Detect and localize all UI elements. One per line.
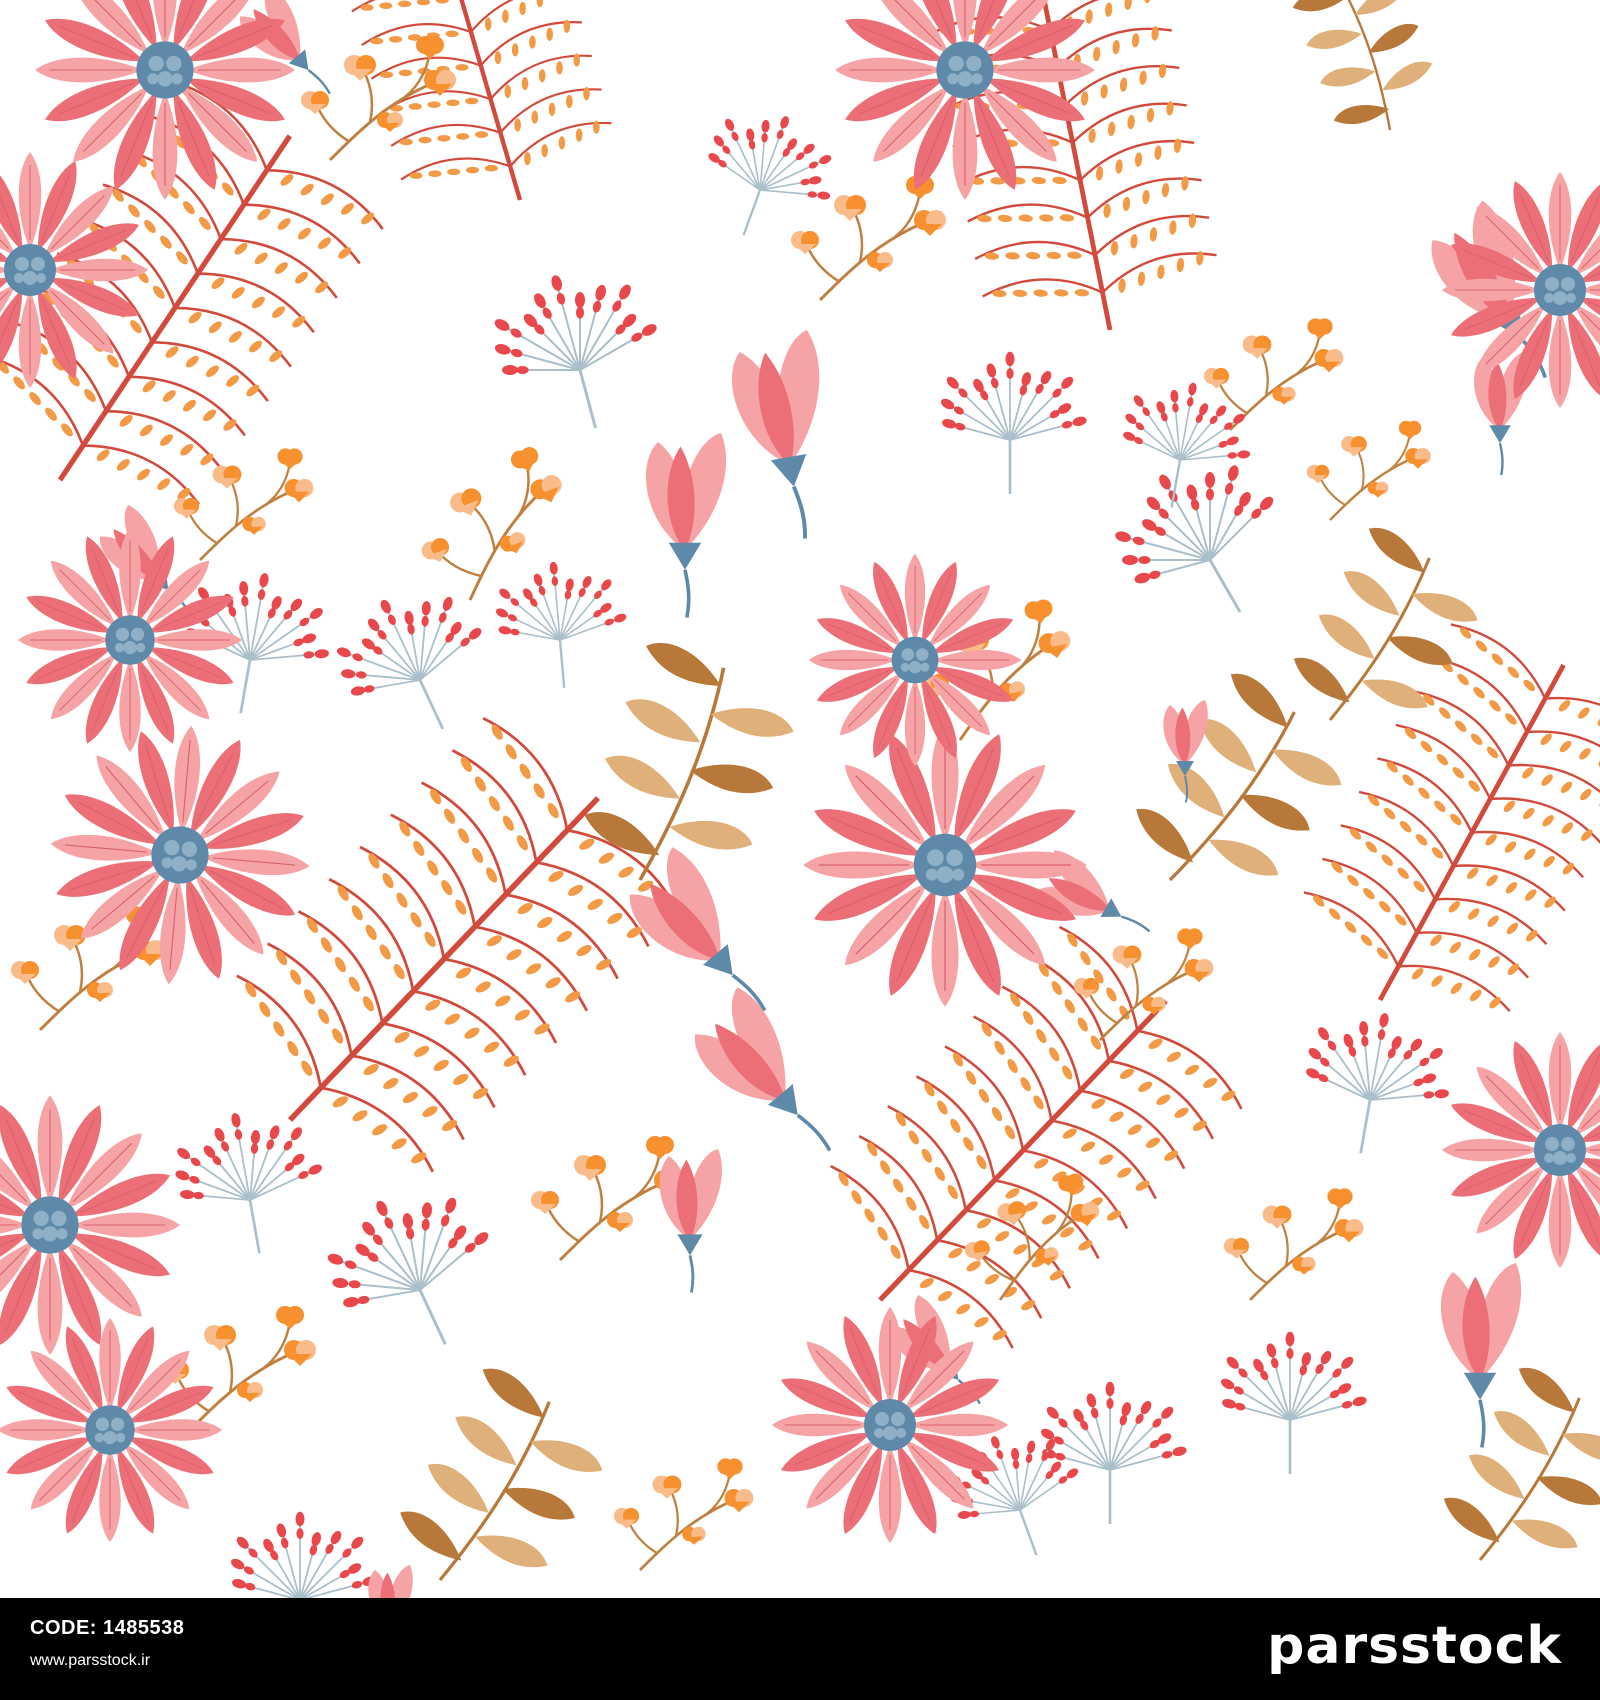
site-url: www.parsstock.ir bbox=[30, 1652, 151, 1669]
code-value: 1485538 bbox=[103, 1617, 185, 1639]
pink-daisy-6 bbox=[17, 527, 243, 753]
pink-daisy-5 bbox=[808, 553, 1022, 767]
brand-logo: parsstock bbox=[1267, 1616, 1562, 1676]
pink-daisy-3 bbox=[802, 722, 1088, 1008]
pink-daisy-8 bbox=[771, 1306, 1009, 1544]
code-label: CODE: bbox=[30, 1617, 97, 1639]
pink-daisy-7 bbox=[0, 1317, 223, 1543]
footer-info: CODE: 1485538 www.parsstock.ir bbox=[30, 1616, 184, 1671]
watermark-footer: CODE: 1485538 www.parsstock.ir parsstock bbox=[0, 1598, 1600, 1700]
code-line: CODE: 1485538 bbox=[30, 1616, 184, 1641]
floral-pattern-artwork bbox=[0, 0, 1600, 1598]
